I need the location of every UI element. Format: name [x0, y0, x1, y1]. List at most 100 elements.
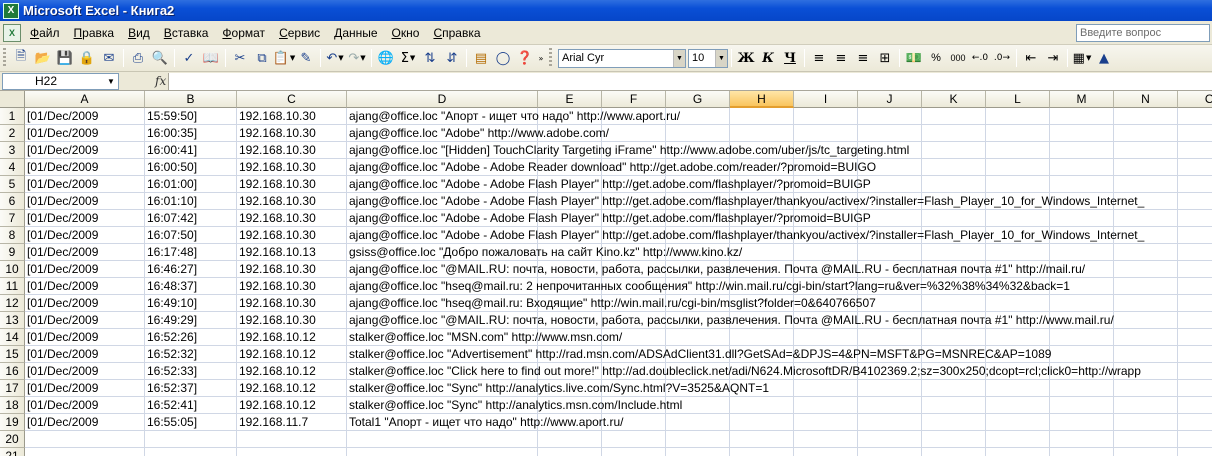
cell-o3[interactable] — [1178, 142, 1212, 159]
cell-c10[interactable]: 192.168.10.30 — [237, 261, 347, 278]
cell-o17[interactable] — [1178, 380, 1212, 397]
cell-m4[interactable] — [1050, 159, 1114, 176]
cell-m20[interactable] — [1050, 431, 1114, 448]
cell-a20[interactable] — [25, 431, 145, 448]
cell-n2[interactable] — [1114, 125, 1178, 142]
menu-tools[interactable]: Сервис — [272, 23, 327, 43]
column-header-o[interactable]: O — [1178, 91, 1212, 108]
cell-d7[interactable]: ajang@office.loc "Adobe - Adobe Flash Pl… — [347, 210, 871, 227]
cell-n11[interactable] — [1114, 278, 1178, 295]
cell-a5[interactable]: [01/Dec/2009 — [25, 176, 145, 193]
cell-b20[interactable] — [145, 431, 237, 448]
cell-c1[interactable]: 192.168.10.30 — [237, 108, 347, 125]
cell-j2[interactable] — [858, 125, 922, 142]
research-icon[interactable]: 📖 — [200, 47, 222, 69]
cell-h1[interactable] — [730, 108, 794, 125]
cell-l7[interactable] — [986, 210, 1050, 227]
cell-n18[interactable] — [1114, 397, 1178, 414]
cell-o9[interactable] — [1178, 244, 1212, 261]
cell-c7[interactable]: 192.168.10.30 — [237, 210, 347, 227]
cell-d21[interactable] — [347, 448, 538, 456]
column-header-c[interactable]: C — [237, 91, 347, 108]
cell-d18[interactable]: stalker@office.loc "Sync" http://analyti… — [347, 397, 682, 414]
cell-n20[interactable] — [1114, 431, 1178, 448]
cell-n5[interactable] — [1114, 176, 1178, 193]
cell-n15[interactable] — [1114, 346, 1178, 363]
cell-c11[interactable]: 192.168.10.30 — [237, 278, 347, 295]
email-icon[interactable]: ✉ — [98, 47, 120, 69]
align-left-icon[interactable]: ≡ — [808, 47, 830, 69]
cell-b11[interactable]: 16:48:37] — [145, 278, 237, 295]
undo-icon[interactable]: ↶ ▼ — [324, 47, 346, 69]
cell-d15[interactable]: stalker@office.loc "Advertisement" http:… — [347, 346, 1051, 363]
cell-k4[interactable] — [922, 159, 986, 176]
cell-b7[interactable]: 16:07:42] — [145, 210, 237, 227]
cell-f2[interactable] — [602, 125, 666, 142]
cell-a3[interactable]: [01/Dec/2009 — [25, 142, 145, 159]
cell-n17[interactable] — [1114, 380, 1178, 397]
spelling-icon[interactable]: ✓ — [178, 47, 200, 69]
cell-n3[interactable] — [1114, 142, 1178, 159]
cell-b21[interactable] — [145, 448, 237, 456]
cell-e21[interactable] — [538, 448, 602, 456]
row-header[interactable]: 12 — [0, 295, 25, 312]
cell-k19[interactable] — [922, 414, 986, 431]
cell-c20[interactable] — [237, 431, 347, 448]
menu-data[interactable]: Данные — [327, 23, 384, 43]
row-header[interactable]: 7 — [0, 210, 25, 227]
cell-b12[interactable]: 16:49:10] — [145, 295, 237, 312]
cell-b14[interactable]: 16:52:26] — [145, 329, 237, 346]
cell-n14[interactable] — [1114, 329, 1178, 346]
cell-b1[interactable]: 15:59:50] — [145, 108, 237, 125]
cell-l14[interactable] — [986, 329, 1050, 346]
currency-icon[interactable]: 💵 — [903, 47, 925, 69]
borders-icon[interactable]: ▦ ▼ — [1071, 47, 1093, 69]
cell-k17[interactable] — [922, 380, 986, 397]
cell-c9[interactable]: 192.168.10.13 — [237, 244, 347, 261]
cell-j14[interactable] — [858, 329, 922, 346]
cell-d1[interactable]: ajang@office.loc "Апорт - ищет что надо"… — [347, 108, 680, 125]
cell-n12[interactable] — [1114, 295, 1178, 312]
column-header-b[interactable]: B — [145, 91, 237, 108]
cut-icon[interactable]: ✂ — [229, 47, 251, 69]
cell-h21[interactable] — [730, 448, 794, 456]
cell-l18[interactable] — [986, 397, 1050, 414]
cell-d16[interactable]: stalker@office.loc "Click here to find o… — [347, 363, 1141, 380]
cell-k2[interactable] — [922, 125, 986, 142]
cell-j18[interactable] — [858, 397, 922, 414]
sort-ascending-icon[interactable]: ⇅ — [419, 47, 441, 69]
cell-k5[interactable] — [922, 176, 986, 193]
menu-help[interactable]: Справка — [426, 23, 487, 43]
cell-l1[interactable] — [986, 108, 1050, 125]
cell-b10[interactable]: 16:46:27] — [145, 261, 237, 278]
cell-o4[interactable] — [1178, 159, 1212, 176]
row-header[interactable]: 10 — [0, 261, 25, 278]
column-header-a[interactable]: A — [25, 91, 145, 108]
cell-o6[interactable] — [1178, 193, 1212, 210]
cell-c16[interactable]: 192.168.10.12 — [237, 363, 347, 380]
column-header-h[interactable]: H — [730, 91, 794, 108]
cell-k14[interactable] — [922, 329, 986, 346]
cell-j1[interactable] — [858, 108, 922, 125]
cell-a1[interactable]: [01/Dec/2009 — [25, 108, 145, 125]
cell-k3[interactable] — [922, 142, 986, 159]
cell-j19[interactable] — [858, 414, 922, 431]
cell-c12[interactable]: 192.168.10.30 — [237, 295, 347, 312]
cell-k7[interactable] — [922, 210, 986, 227]
row-header[interactable]: 4 — [0, 159, 25, 176]
cell-m19[interactable] — [1050, 414, 1114, 431]
cell-m18[interactable] — [1050, 397, 1114, 414]
cell-a13[interactable]: [01/Dec/2009 — [25, 312, 145, 329]
row-header[interactable]: 19 — [0, 414, 25, 431]
cell-d6[interactable]: ajang@office.loc "Adobe - Adobe Flash Pl… — [347, 193, 1144, 210]
cell-g2[interactable] — [666, 125, 730, 142]
open-folder-icon[interactable]: 📂 — [32, 47, 54, 69]
help-icon[interactable]: ❓ — [514, 47, 536, 69]
increase-decimal-icon[interactable]: ←.0 — [969, 47, 991, 69]
cell-b9[interactable]: 16:17:48] — [145, 244, 237, 261]
align-center-icon[interactable]: ≡ — [830, 47, 852, 69]
cell-o8[interactable] — [1178, 227, 1212, 244]
cell-l2[interactable] — [986, 125, 1050, 142]
select-all-corner[interactable] — [0, 91, 25, 108]
cell-i20[interactable] — [794, 431, 858, 448]
